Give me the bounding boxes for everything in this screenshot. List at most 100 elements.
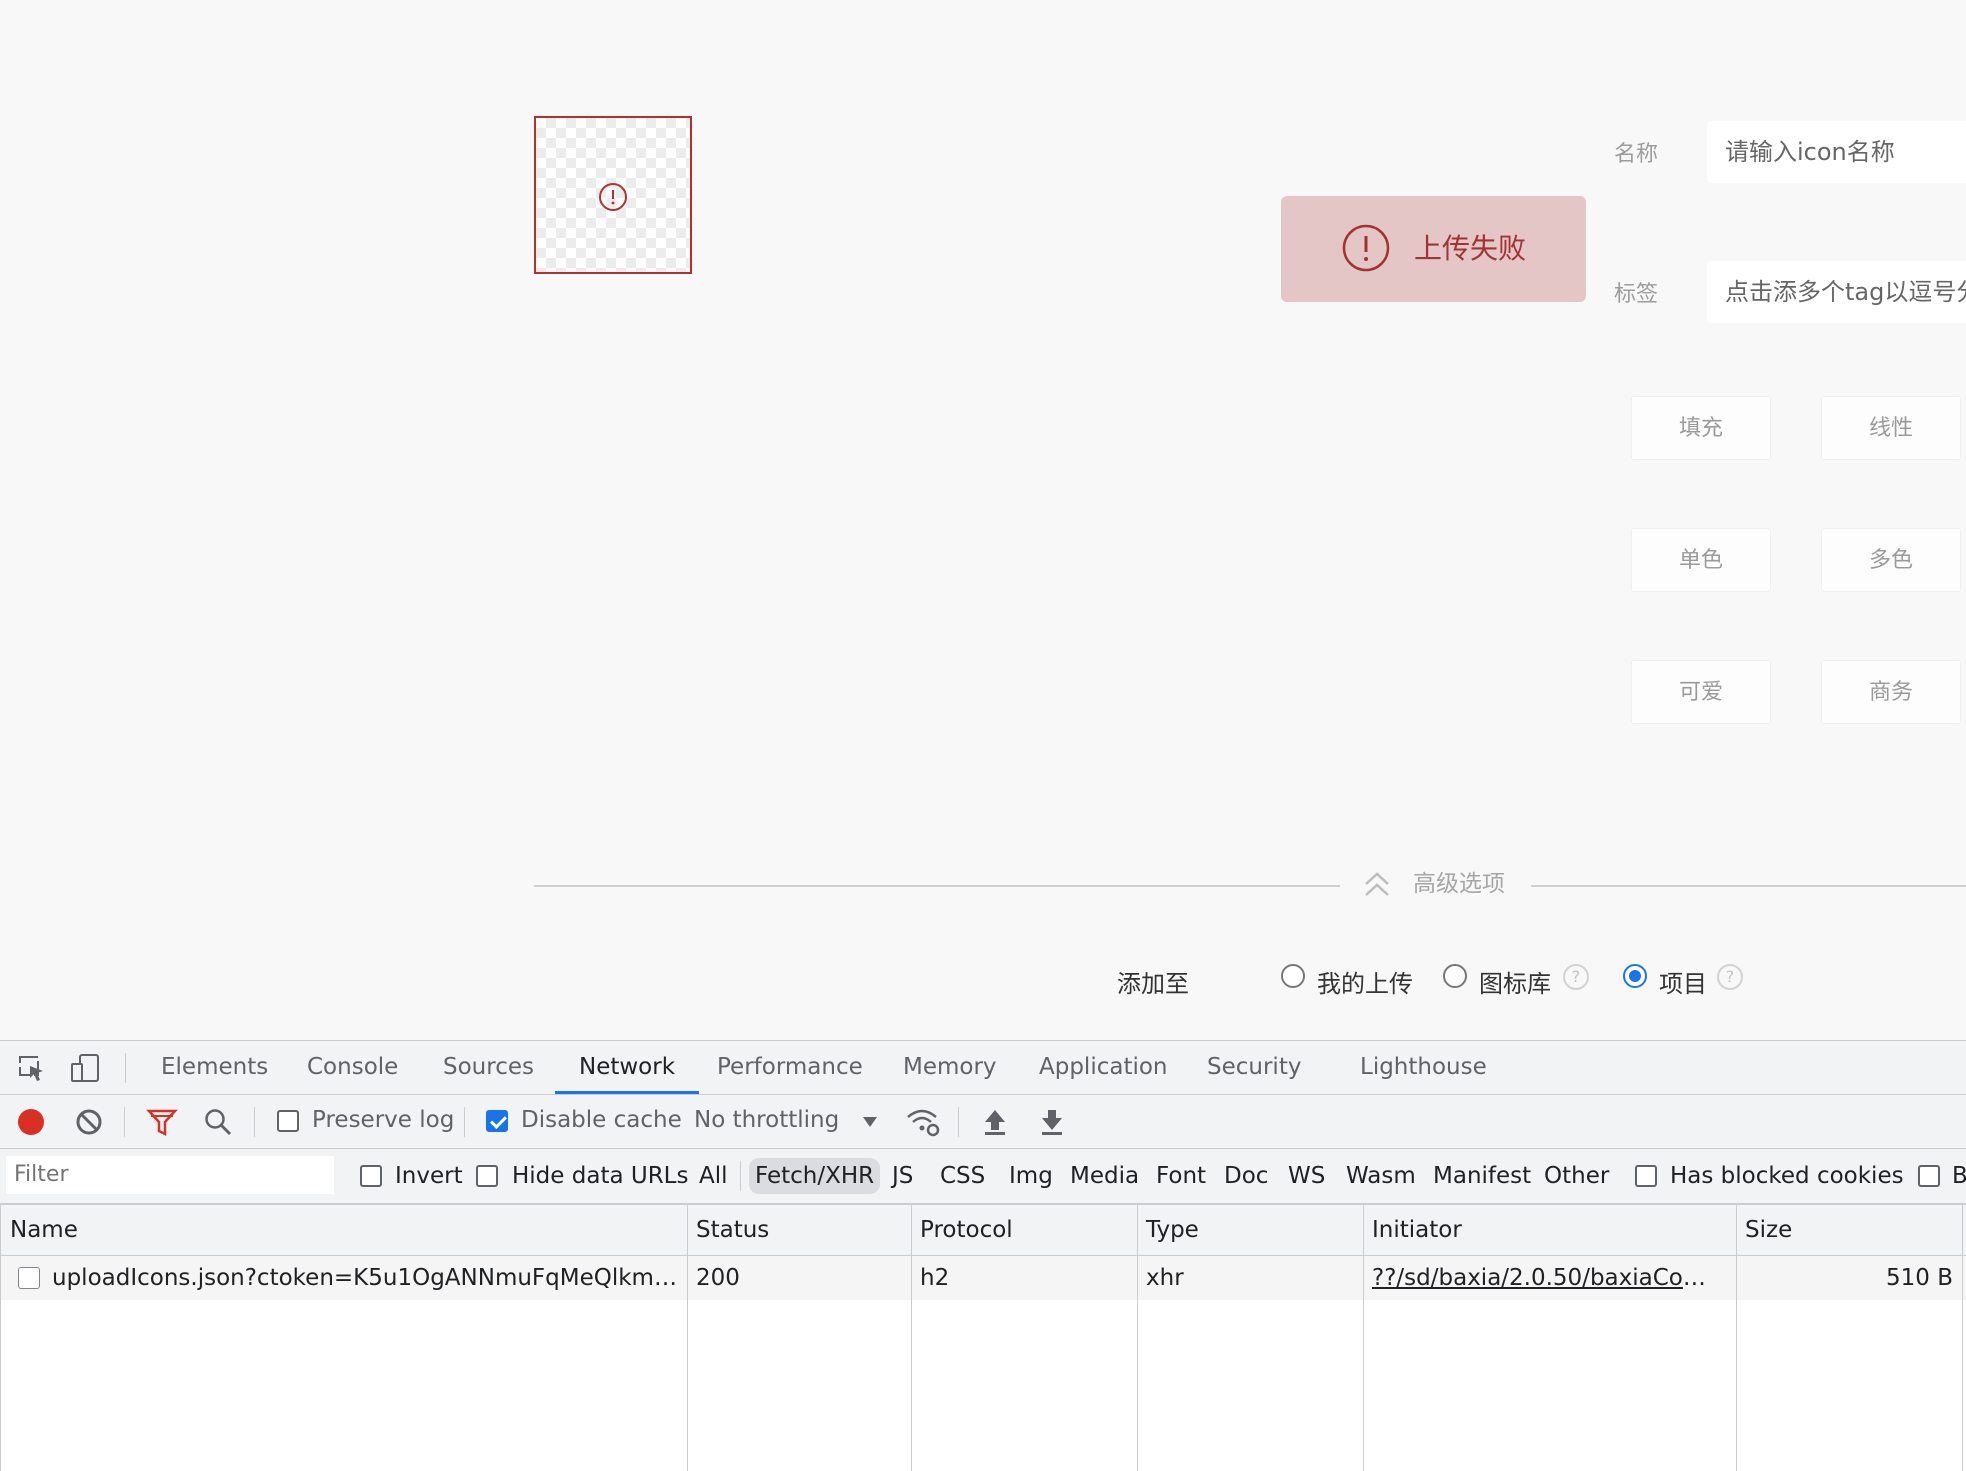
filter-type-wasm[interactable]: Wasm: [1346, 1149, 1416, 1203]
row-file-icon: [18, 1267, 40, 1289]
tab-security[interactable]: Security: [1207, 1041, 1301, 1094]
tab-performance[interactable]: Performance: [717, 1041, 863, 1094]
column-header-initiator[interactable]: Initiator: [1372, 1205, 1462, 1255]
filter-type-doc[interactable]: Doc: [1224, 1149, 1268, 1203]
radio-label: 图标库: [1479, 970, 1551, 998]
throttling-select[interactable]: No throttling: [694, 1107, 839, 1133]
filter-icon[interactable]: [146, 1107, 178, 1137]
network-filterbar: Filter Invert Hide data URLs All Fetch/X…: [0, 1149, 1966, 1205]
blocked-requests-checkbox[interactable]: [1918, 1165, 1940, 1187]
chip-business[interactable]: 商务: [1821, 660, 1961, 724]
has-blocked-cookies-checkbox[interactable]: [1635, 1165, 1657, 1187]
preserve-log-label: Preserve log: [312, 1107, 455, 1133]
column-header-protocol[interactable]: Protocol: [920, 1205, 1013, 1255]
filter-type-media[interactable]: Media: [1070, 1149, 1139, 1203]
tab-network[interactable]: Network: [555, 1041, 700, 1094]
icon-preview[interactable]: [534, 116, 692, 274]
table-row[interactable]: uploadIcons.json?ctoken=K5u1OgANNmuFqMeQ…: [0, 1256, 1966, 1300]
divider-right: [1531, 885, 1966, 887]
radio-circle[interactable]: [1281, 964, 1305, 988]
chip-multicolor[interactable]: 多色: [1821, 528, 1961, 592]
error-icon: [599, 183, 627, 211]
column-divider[interactable]: [1736, 1205, 1737, 1471]
tab-sources[interactable]: Sources: [443, 1041, 534, 1094]
dropdown-arrow-icon[interactable]: [862, 1115, 878, 1129]
column-header-type[interactable]: Type: [1146, 1205, 1199, 1255]
filter-type-all[interactable]: All: [699, 1149, 728, 1203]
divider-left: [534, 885, 1340, 887]
disable-cache-checkbox[interactable]: [486, 1110, 508, 1132]
filter-type-font[interactable]: Font: [1156, 1149, 1206, 1203]
toast-text: 上传失败: [1414, 232, 1527, 265]
clear-icon[interactable]: [74, 1107, 104, 1137]
import-har-icon[interactable]: [982, 1107, 1008, 1137]
tab-memory[interactable]: Memory: [903, 1041, 997, 1094]
tab-lighthouse[interactable]: Lighthouse: [1360, 1041, 1487, 1094]
record-icon[interactable]: [16, 1107, 46, 1137]
column-header-size[interactable]: Size: [1745, 1205, 1792, 1255]
column-divider[interactable]: [911, 1205, 912, 1471]
radio-label: 项目: [1659, 970, 1707, 998]
tab-elements[interactable]: Elements: [161, 1041, 268, 1094]
filter-type-img[interactable]: Img: [1009, 1149, 1053, 1203]
filter-input[interactable]: Filter: [6, 1156, 334, 1194]
search-icon[interactable]: [203, 1107, 233, 1137]
column-divider: [0, 1205, 1, 1471]
help-icon[interactable]: ?: [1717, 964, 1743, 990]
request-size: 510 B: [1886, 1265, 1953, 1291]
tag-label: 标签: [1614, 282, 1659, 307]
devtools-tabbar: Elements Console Sources Network Perform…: [0, 1041, 1966, 1095]
disable-cache-label: Disable cache: [521, 1107, 682, 1133]
separator: [958, 1107, 959, 1137]
filter-type-manifest[interactable]: Manifest: [1433, 1149, 1531, 1203]
tab-console[interactable]: Console: [307, 1041, 398, 1094]
network-request-table: Name Status Protocol Type Initiator Size…: [0, 1205, 1966, 1471]
export-har-icon[interactable]: [1039, 1107, 1065, 1137]
filter-type-js[interactable]: JS: [892, 1149, 913, 1203]
column-header-status[interactable]: Status: [696, 1205, 769, 1255]
tag-input[interactable]: 点击添多个tag以逗号分: [1707, 261, 1966, 323]
chip-linear[interactable]: 线性: [1821, 396, 1961, 460]
invert-checkbox[interactable]: [360, 1165, 382, 1187]
radio-circle[interactable]: [1443, 964, 1467, 988]
column-divider[interactable]: [1137, 1205, 1138, 1471]
tab-application[interactable]: Application: [1039, 1041, 1168, 1094]
column-divider: [1962, 1205, 1963, 1471]
request-initiator-link[interactable]: ??/sd/baxia/2.0.50/baxiaCom…: [1372, 1256, 1717, 1300]
column-divider[interactable]: [687, 1205, 688, 1471]
blocked-requests-label: B: [1952, 1163, 1966, 1189]
invert-label: Invert: [395, 1163, 463, 1189]
separator: [124, 1107, 125, 1137]
radio-circle-checked[interactable]: [1623, 964, 1647, 988]
network-toolbar: Preserve log Disable cache No throttling: [0, 1095, 1966, 1149]
double-chevron-up-icon: [1365, 872, 1389, 896]
column-divider[interactable]: [1363, 1205, 1364, 1471]
filter-type-ws[interactable]: WS: [1288, 1149, 1325, 1203]
column-header-name[interactable]: Name: [10, 1205, 78, 1255]
table-header: Name Status Protocol Type Initiator Size: [0, 1205, 1966, 1256]
error-icon: [1342, 224, 1390, 272]
separator: [254, 1107, 255, 1137]
chip-fill[interactable]: 填充: [1631, 396, 1771, 460]
device-toolbar-icon[interactable]: [70, 1053, 102, 1083]
filter-type-other[interactable]: Other: [1544, 1149, 1609, 1203]
hide-data-urls-checkbox[interactable]: [476, 1165, 498, 1187]
preserve-log-checkbox[interactable]: [277, 1110, 299, 1132]
name-label: 名称: [1614, 142, 1659, 167]
chip-cute[interactable]: 可爱: [1631, 660, 1771, 724]
request-protocol: h2: [920, 1265, 950, 1291]
help-icon[interactable]: ?: [1563, 964, 1589, 990]
name-input[interactable]: 请输入icon名称: [1707, 121, 1966, 183]
separator: [464, 1107, 465, 1137]
network-conditions-icon[interactable]: [905, 1106, 941, 1138]
inspect-element-icon[interactable]: [18, 1055, 46, 1083]
upload-error-toast: 上传失败: [1281, 196, 1586, 302]
filter-type-fetch-xhr[interactable]: Fetch/XHR: [749, 1158, 881, 1194]
request-name[interactable]: uploadIcons.json?ctoken=K5u1OgANNmuFqMeQ…: [52, 1256, 682, 1300]
chip-mono[interactable]: 单色: [1631, 528, 1771, 592]
separator: [740, 1161, 741, 1191]
request-status: 200: [696, 1265, 740, 1291]
add-to-label: 添加至: [1117, 970, 1189, 998]
filter-type-css[interactable]: CSS: [940, 1149, 985, 1203]
request-type: xhr: [1146, 1265, 1184, 1291]
